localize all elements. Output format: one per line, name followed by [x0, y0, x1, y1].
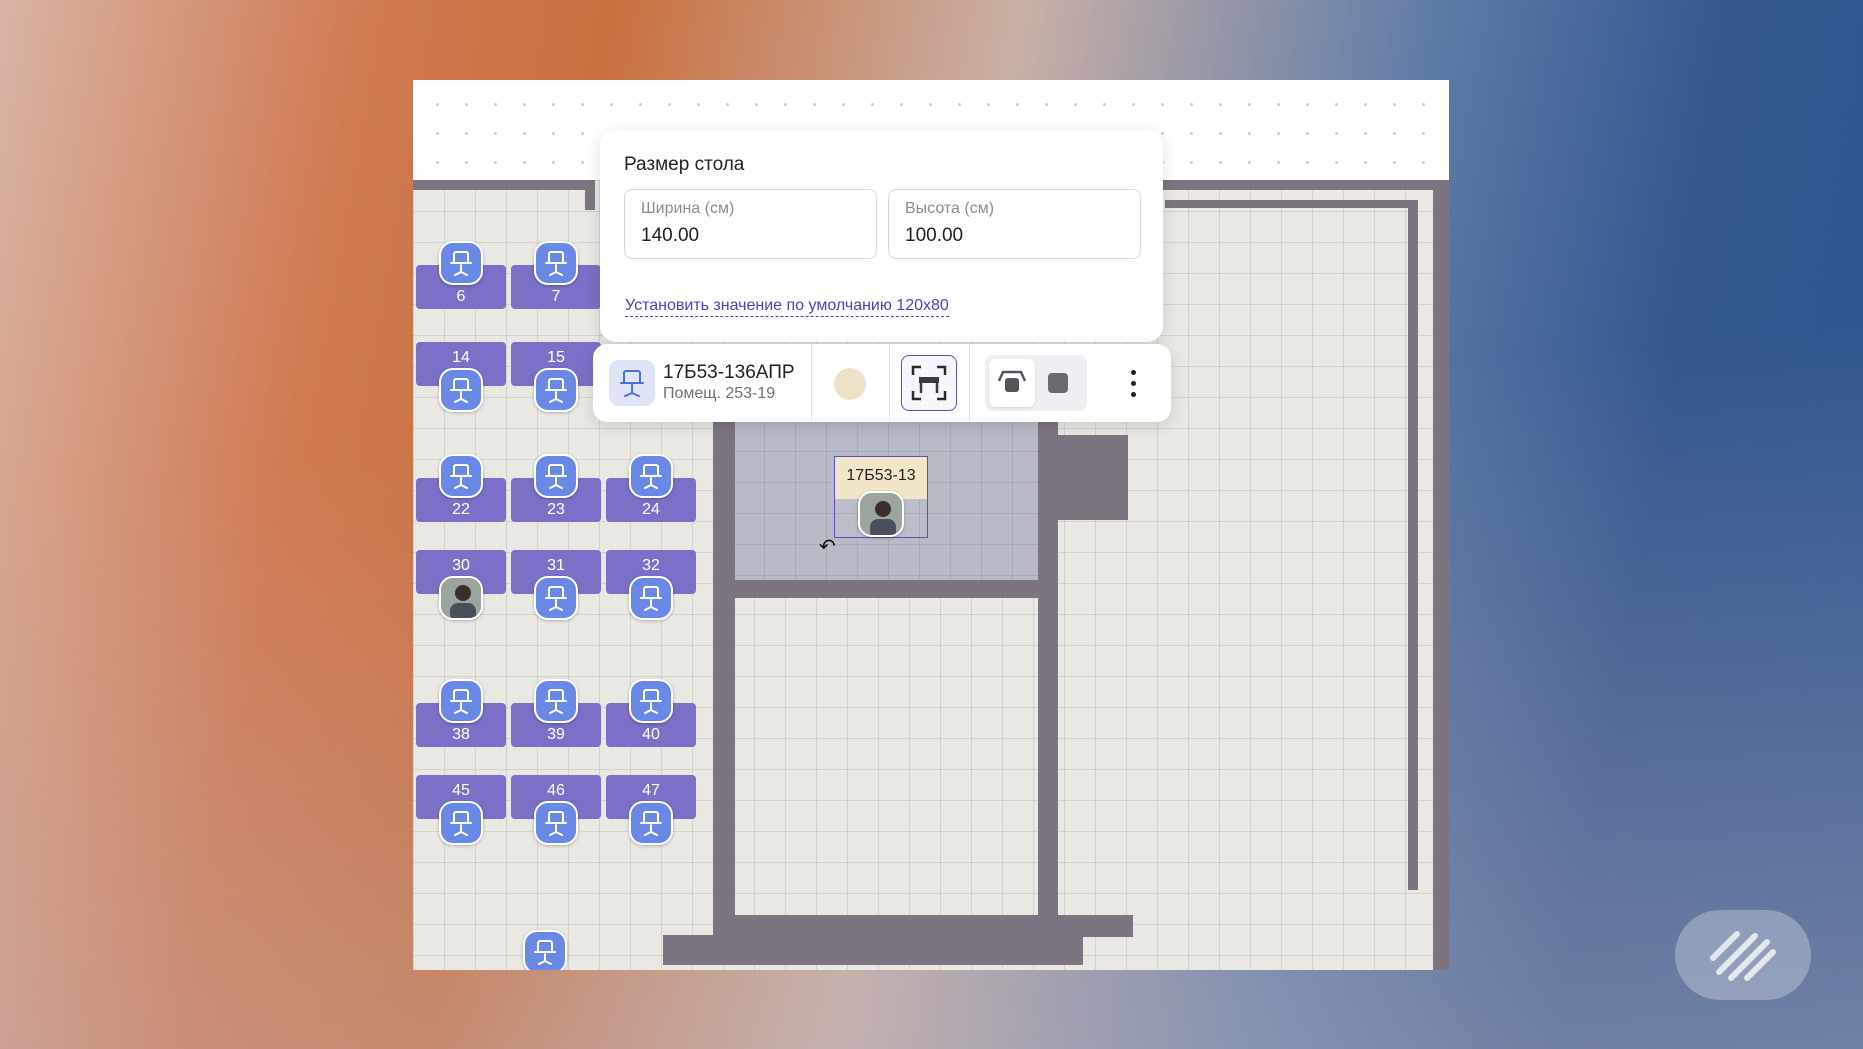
avatar[interactable]	[858, 491, 904, 537]
divider	[811, 344, 812, 422]
chair-icon	[609, 360, 655, 406]
selected-desk[interactable]: 17Б53-13	[834, 456, 928, 538]
wall	[1433, 180, 1449, 970]
square-shape-icon[interactable]	[1048, 373, 1068, 393]
room-name: Помещ. 253-19	[663, 385, 776, 402]
width-field[interactable]: Ширина (см)	[624, 189, 877, 259]
set-default-size-link[interactable]: Установить значение по умолчанию 120x80	[625, 297, 949, 317]
height-input[interactable]	[905, 225, 1115, 247]
desk-shape-toggle	[985, 355, 1087, 411]
height-field[interactable]: Высота (см)	[888, 189, 1141, 259]
chair-icon[interactable]	[439, 801, 483, 845]
width-label: Ширина (см)	[641, 200, 735, 217]
resize-button[interactable]	[901, 355, 957, 411]
wall	[413, 180, 593, 190]
desk-shape-icon[interactable]	[989, 359, 1035, 407]
chair-icon[interactable]	[629, 801, 673, 845]
cursor-icon: ↶	[819, 536, 836, 558]
divider	[889, 344, 890, 422]
chair-icon[interactable]	[629, 576, 673, 620]
desk-id: 17Б53-136АПР	[663, 362, 795, 383]
desk-size-panel: Размер стола Ширина (см) Высота (см) Уст…	[600, 130, 1163, 342]
chair-icon[interactable]	[439, 679, 483, 723]
divider	[969, 344, 970, 422]
chair-icon[interactable]	[629, 679, 673, 723]
wall	[1408, 200, 1418, 890]
height-label: Высота (см)	[905, 200, 995, 217]
wall	[713, 420, 735, 940]
chair-icon[interactable]	[534, 679, 578, 723]
chair-icon[interactable]	[523, 930, 567, 970]
chair-icon[interactable]	[534, 368, 578, 412]
wall	[1058, 435, 1128, 520]
brand-logo-badge	[1675, 910, 1811, 1000]
wall	[1038, 420, 1058, 950]
wall	[585, 180, 595, 210]
size-panel-title: Размер стола	[624, 154, 745, 175]
avatar[interactable]	[439, 576, 483, 620]
width-input[interactable]	[641, 225, 851, 247]
wall	[735, 580, 1050, 598]
chair-icon[interactable]	[629, 454, 673, 498]
desk-toolbar: 17Б53-136АПР Помещ. 253-19	[593, 344, 1171, 422]
chair-icon[interactable]	[534, 454, 578, 498]
wall	[1053, 915, 1133, 937]
chair-icon[interactable]	[534, 801, 578, 845]
chair-icon[interactable]	[534, 576, 578, 620]
chair-icon[interactable]	[439, 368, 483, 412]
wall	[663, 935, 1083, 965]
wall	[723, 915, 1043, 937]
wall	[1165, 200, 1418, 208]
chair-icon[interactable]	[439, 454, 483, 498]
wall	[1163, 180, 1449, 190]
chair-icon[interactable]	[534, 241, 578, 285]
desk-color-button[interactable]	[834, 368, 866, 400]
more-vertical-icon[interactable]	[1123, 368, 1143, 400]
chair-icon[interactable]	[439, 241, 483, 285]
